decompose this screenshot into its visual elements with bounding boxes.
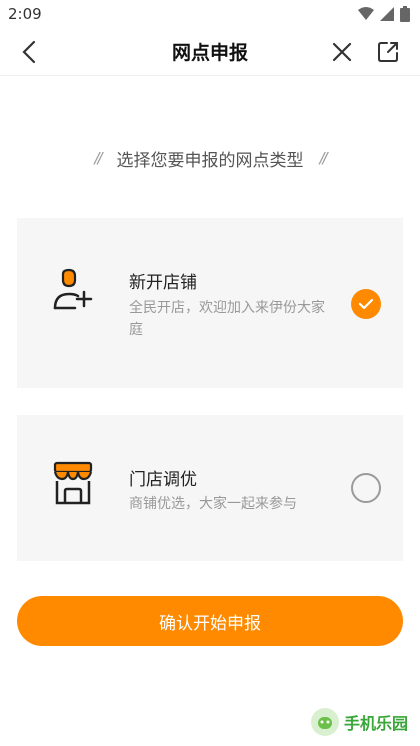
- section-heading: // 选择您要申报的网点类型 //: [0, 140, 420, 176]
- status-time: 2:09: [8, 5, 42, 23]
- option-card-store-optimize[interactable]: 门店调优 商铺优选，大家一起来参与: [17, 415, 403, 561]
- option-title: 新开店铺: [129, 273, 197, 293]
- back-arrow-icon[interactable]: [18, 40, 42, 64]
- share-icon[interactable]: [376, 40, 400, 64]
- watermark-text: 手机乐园: [344, 714, 409, 733]
- radio-checked[interactable]: [351, 289, 381, 319]
- status-icons: [358, 6, 410, 22]
- android-robot-icon: [311, 708, 339, 736]
- watermark: 手机乐园: [310, 702, 416, 742]
- battery-icon: [400, 6, 410, 22]
- add-user-icon: [53, 268, 93, 310]
- confirm-button[interactable]: 确认开始申报: [17, 596, 403, 646]
- option-title: 门店调优: [129, 470, 197, 490]
- signal-icon: [380, 7, 394, 21]
- option-description: 商铺优选，大家一起来参与: [129, 496, 297, 512]
- option-description: 全民开店，欢迎加入来伊份大家庭: [129, 300, 325, 338]
- page-title: 网点申报: [171, 42, 248, 64]
- wifi-icon: [358, 7, 374, 20]
- heading-decor-right: //: [319, 149, 328, 167]
- check-icon: [358, 298, 374, 310]
- radio-unchecked[interactable]: [351, 473, 381, 503]
- close-icon[interactable]: [330, 40, 354, 64]
- heading-text: 选择您要申报的网点类型: [116, 150, 304, 171]
- store-icon: [53, 461, 93, 505]
- status-bar: 2:09: [0, 0, 420, 28]
- heading-decor-left: //: [94, 149, 102, 167]
- nav-bar: 网点申报: [0, 28, 420, 76]
- option-card-new-store[interactable]: 新开店铺 全民开店，欢迎加入来伊份大家庭: [17, 218, 403, 388]
